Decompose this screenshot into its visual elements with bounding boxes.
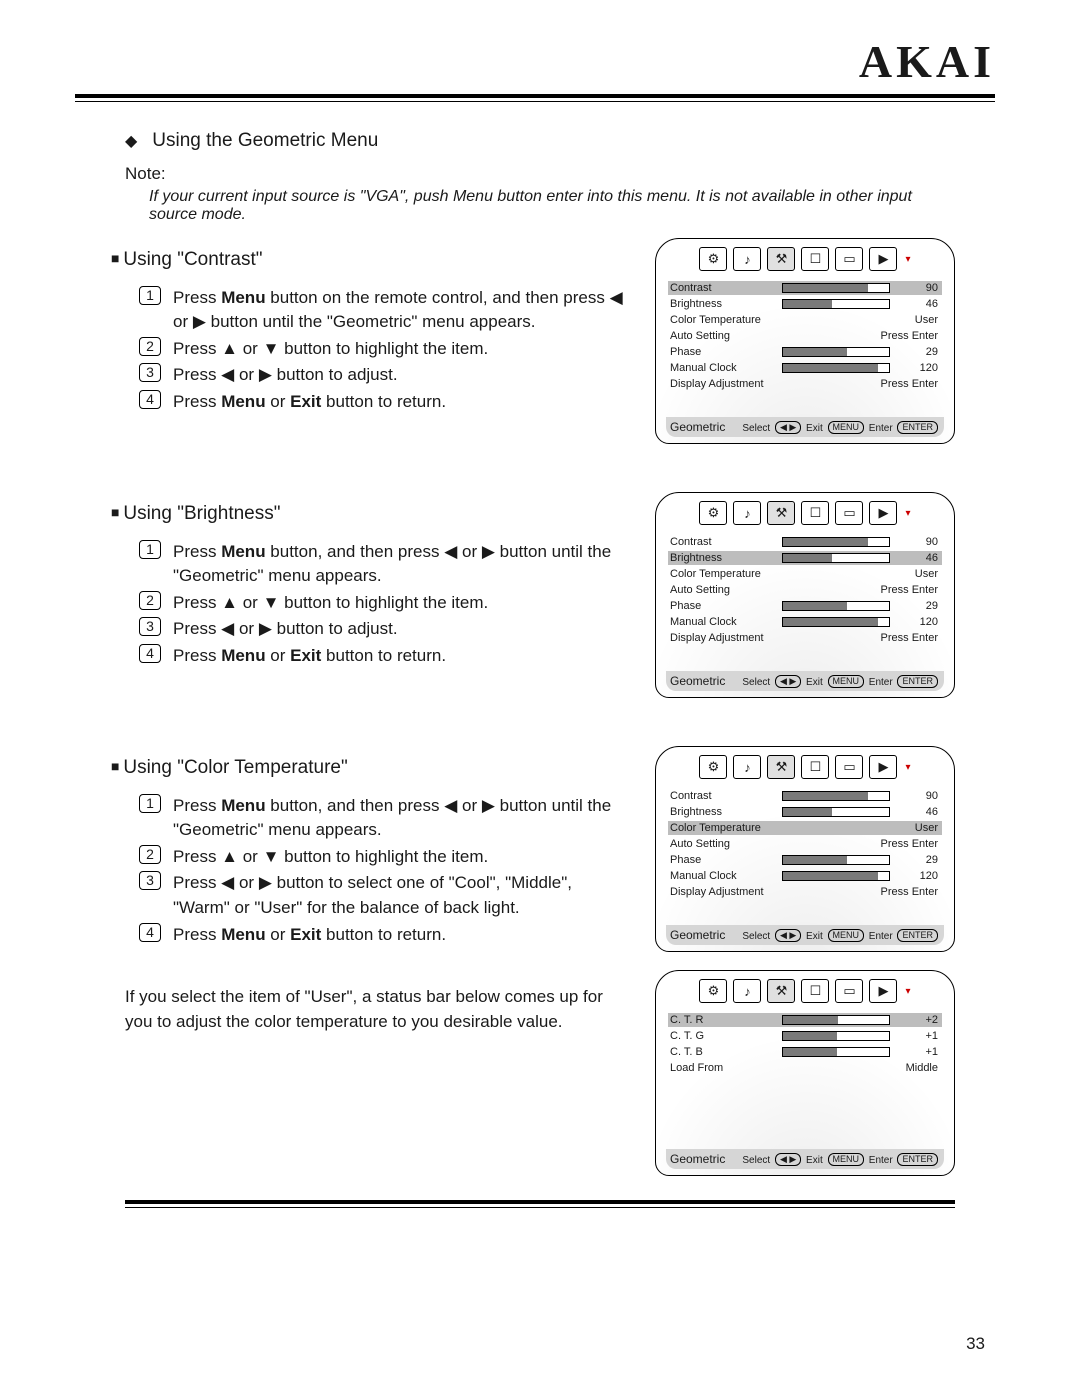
osd-row: Manual Clock 120	[668, 361, 942, 375]
osd-footer: Geometric Select ◀ ▶ Exit MENU Enter ENT…	[666, 417, 944, 437]
sub-heading-brightness: Using "Brightness"	[111, 500, 629, 528]
sub-heading-color-temp: Using "Color Temperature"	[111, 754, 629, 782]
osd-row: Display Adjustment Press Enter	[668, 377, 942, 391]
osd-tab-icon: ☐	[801, 979, 829, 1003]
user-note: If you select the item of "User", a stat…	[125, 985, 629, 1034]
osd-tab-icon: ⚒	[767, 979, 795, 1003]
rule-thin-bottom	[125, 1207, 955, 1208]
osd-tab-icon: ⚙	[699, 979, 727, 1003]
osd-tab-icon: ♪	[733, 501, 761, 525]
osd-panel-color-temp: ⚙♪⚒☐▭▶ ▾ Contrast 90 Brightness 46 Color …	[655, 746, 955, 952]
osd-row: C. T. R +2	[668, 1013, 942, 1027]
osd-tv-badge: ▾	[905, 254, 910, 265]
osd-row: Phase 29	[668, 599, 942, 613]
osd-tab-icon: ▶	[869, 501, 897, 525]
osd-tab-icon: ▭	[835, 979, 863, 1003]
rule-thick-bottom	[125, 1200, 955, 1204]
osd-row: Load From Middle	[668, 1061, 942, 1075]
osd-tab-icon: ⚒	[767, 247, 795, 271]
osd-footer: Geometric Select ◀ ▶ Exit MENU Enter ENT…	[666, 925, 944, 945]
steps-contrast: 1 Press Menu button on the remote contro…	[139, 286, 629, 415]
osd-row: C. T. G +1	[668, 1029, 942, 1043]
osd-tab-icon: ⚙	[699, 247, 727, 271]
osd-row: Manual Clock 120	[668, 869, 942, 883]
diamond-icon: ◆	[125, 131, 147, 151]
brand-logo: AKAI	[75, 35, 995, 88]
page-number: 33	[966, 1334, 985, 1354]
osd-tab-icon: ▭	[835, 755, 863, 779]
osd-tab-icon: ▭	[835, 501, 863, 525]
osd-tab-icon: ♪	[733, 755, 761, 779]
osd-row: Brightness 46	[668, 805, 942, 819]
osd-tab-icon: ♪	[733, 247, 761, 271]
osd-panel-brightness: ⚙♪⚒☐▭▶ ▾ Contrast 90 Brightness 46 Color …	[655, 492, 955, 698]
osd-row: Color Temperature User	[668, 313, 942, 327]
osd-tab-icon: ▶	[869, 755, 897, 779]
osd-row: Contrast 90	[668, 789, 942, 803]
main-heading: ◆ Using the Geometric Menu	[125, 130, 955, 152]
osd-tab-icon: ▶	[869, 979, 897, 1003]
osd-tab-icon: ⚙	[699, 755, 727, 779]
osd-tab-icon: ☐	[801, 247, 829, 271]
osd-footer: Geometric Select ◀ ▶ Exit MENU Enter ENT…	[666, 1149, 944, 1169]
osd-row: Auto Setting Press Enter	[668, 583, 942, 597]
steps-color-temp: 1 Press Menu button, and then press ◀ or…	[139, 794, 629, 948]
osd-row: Phase 29	[668, 345, 942, 359]
osd-row: Color Temperature User	[668, 567, 942, 581]
osd-row: Contrast 90	[668, 535, 942, 549]
osd-tab-icon: ☐	[801, 755, 829, 779]
sub-heading-contrast: Using "Contrast"	[111, 246, 629, 274]
osd-tv-badge: ▾	[905, 508, 910, 519]
osd-row: Color Temperature User	[668, 821, 942, 835]
osd-row: Auto Setting Press Enter	[668, 837, 942, 851]
osd-row: Brightness 46	[668, 551, 942, 565]
osd-tv-badge: ▾	[905, 762, 910, 773]
osd-tab-icon: ⚒	[767, 755, 795, 779]
osd-row: Display Adjustment Press Enter	[668, 885, 942, 899]
osd-panel-contrast: ⚙♪⚒☐▭▶ ▾ Contrast 90 Brightness 46 Color …	[655, 238, 955, 444]
osd-tab-icon: ▭	[835, 247, 863, 271]
osd-tab-icon: ⚙	[699, 501, 727, 525]
note-body: If your current input source is "VGA", p…	[149, 188, 955, 224]
rule-thick	[75, 94, 995, 98]
osd-tab-icon: ☐	[801, 501, 829, 525]
osd-panel-user-ct: ⚙♪⚒☐▭▶ ▾ C. T. R +2 C. T. G +1 C. T. B +1…	[655, 970, 955, 1176]
note-label: Note:	[125, 164, 955, 184]
osd-row: Auto Setting Press Enter	[668, 329, 942, 343]
osd-row: Manual Clock 120	[668, 615, 942, 629]
osd-footer: Geometric Select ◀ ▶ Exit MENU Enter ENT…	[666, 671, 944, 691]
osd-tab-icon: ⚒	[767, 501, 795, 525]
steps-brightness: 1 Press Menu button, and then press ◀ or…	[139, 540, 629, 669]
osd-tab-icon: ▶	[869, 247, 897, 271]
osd-row: Display Adjustment Press Enter	[668, 631, 942, 645]
osd-tv-badge: ▾	[905, 986, 910, 997]
osd-tab-icon: ♪	[733, 979, 761, 1003]
osd-row: Phase 29	[668, 853, 942, 867]
osd-row: C. T. B +1	[668, 1045, 942, 1059]
osd-row: Brightness 46	[668, 297, 942, 311]
osd-row: Contrast 90	[668, 281, 942, 295]
